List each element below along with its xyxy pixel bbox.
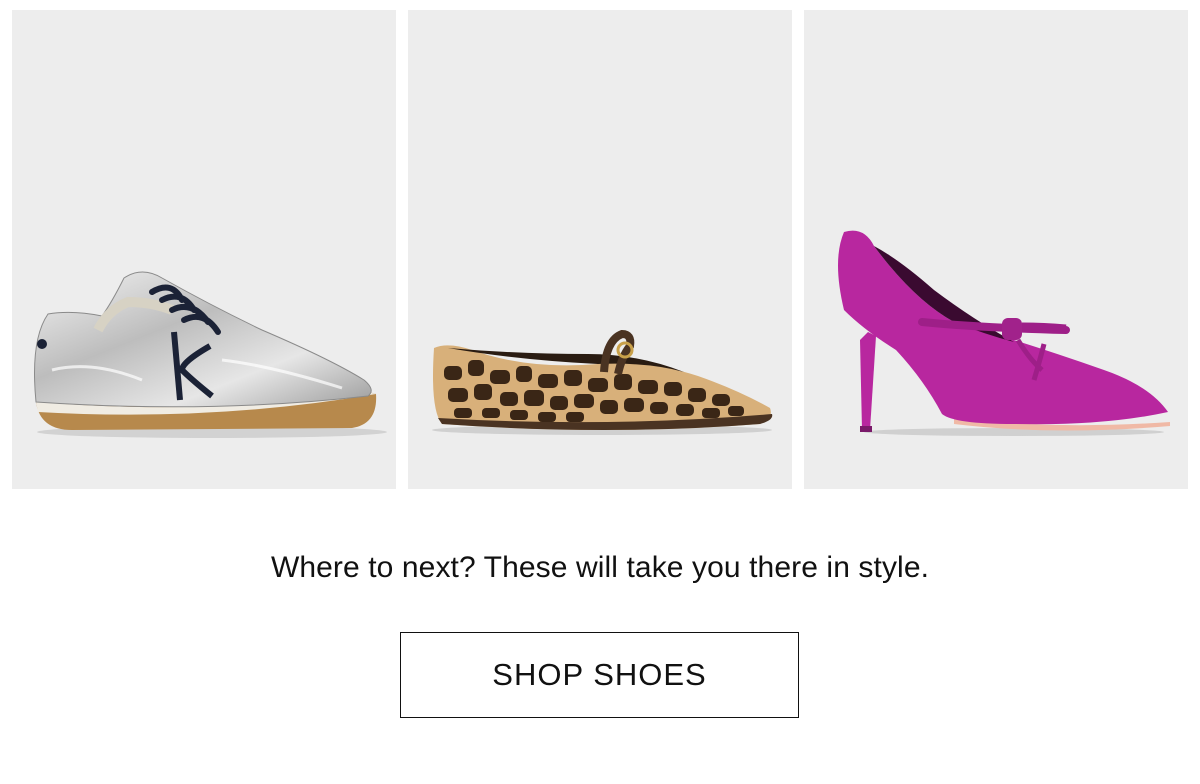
leopard-ballet-flat-image — [432, 329, 773, 435]
magenta-suede-pump-image — [838, 230, 1170, 436]
product-image-grid — [12, 10, 1188, 489]
product-tile-sneaker[interactable] — [12, 10, 396, 489]
shop-shoes-button[interactable]: SHOP SHOES — [400, 632, 799, 718]
product-tile-ballet-flat[interactable] — [408, 10, 792, 489]
silver-sneaker-image — [34, 271, 387, 438]
product-tile-pump[interactable] — [804, 10, 1188, 489]
headline-text: Where to next? These will take you there… — [270, 551, 930, 584]
